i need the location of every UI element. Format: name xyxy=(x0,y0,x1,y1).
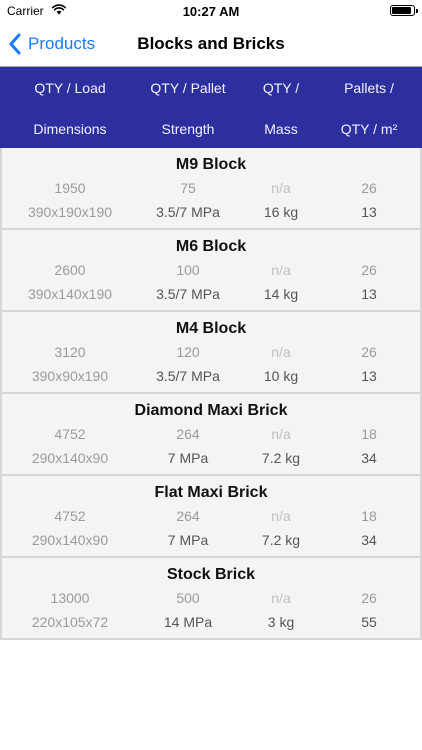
mass-value: 16 kg xyxy=(263,204,299,220)
mass-value: 10 kg xyxy=(263,368,299,384)
product-row[interactable]: Flat Maxi Brick 4752 264 n/a 18 290x140x… xyxy=(0,476,422,558)
strength-value: 7 MPa xyxy=(167,450,209,466)
strength-value: 3.5/7 MPa xyxy=(156,286,220,302)
product-row[interactable]: M4 Block 3120 120 n/a 26 390x90x190 3.5/… xyxy=(0,312,422,394)
product-name: Flat Maxi Brick xyxy=(154,484,268,501)
battery-icon xyxy=(390,5,418,16)
page-title: Blocks and Bricks xyxy=(137,34,285,53)
header-mass: Mass xyxy=(264,120,298,137)
qty-pallet-value: 120 xyxy=(176,344,200,360)
qty-pallet-value: 75 xyxy=(180,180,196,196)
pallets-value: 26 xyxy=(361,262,377,278)
qty-value: n/a xyxy=(271,426,291,442)
qty-m2-value: 34 xyxy=(361,532,377,548)
strength-value: 7 MPa xyxy=(167,532,209,548)
strength-value: 3.5/7 MPa xyxy=(156,368,220,384)
qty-value: n/a xyxy=(271,508,291,524)
header-strength: Strength xyxy=(161,120,215,137)
qty-m2-value: 13 xyxy=(361,368,377,384)
qty-value: n/a xyxy=(271,262,291,278)
header-pallets: Pallets / xyxy=(344,79,394,96)
product-name: Stock Brick xyxy=(166,566,256,583)
qty-m2-value: 13 xyxy=(361,204,377,220)
header-qty-pallet: QTY / Pallet xyxy=(150,79,226,96)
product-name: Diamond Maxi Brick xyxy=(134,402,288,419)
status-bar: Carrier 10:27 AM xyxy=(0,0,422,22)
qty-pallet-value: 500 xyxy=(176,590,200,606)
qty-value: n/a xyxy=(271,180,291,196)
mass-value: 3 kg xyxy=(267,614,295,630)
pallets-value: 26 xyxy=(361,180,377,196)
table-header: QTY / Load QTY / Pallet QTY / Pallets / … xyxy=(0,66,422,148)
header-qty: QTY / xyxy=(262,79,300,96)
mass-value: 14 kg xyxy=(263,286,299,302)
mass-value: 7.2 kg xyxy=(261,450,301,466)
product-list: M9 Block 1950 75 n/a 26 390x190x190 3.5/… xyxy=(0,148,422,640)
battery-fill xyxy=(392,7,411,14)
product-name: M4 Block xyxy=(175,320,247,337)
qty-pallet-value: 264 xyxy=(176,426,200,442)
pallets-value: 26 xyxy=(361,590,377,606)
product-row[interactable]: M6 Block 2600 100 n/a 26 390x140x190 3.5… xyxy=(0,230,422,312)
navigation-bar: Products Blocks and Bricks xyxy=(0,22,422,66)
strength-value: 14 MPa xyxy=(163,614,213,630)
header-qty-m2: QTY / m² xyxy=(340,120,398,137)
product-name: M9 Block xyxy=(175,156,247,173)
header-row-2: Dimensions Strength Mass QTY / m² xyxy=(0,108,422,149)
product-row[interactable]: Diamond Maxi Brick 4752 264 n/a 18 290x1… xyxy=(0,394,422,476)
qty-pallet-value: 100 xyxy=(176,262,200,278)
qty-value: n/a xyxy=(271,344,291,360)
qty-m2-value: 13 xyxy=(361,286,377,302)
strength-value: 3.5/7 MPa xyxy=(156,204,220,220)
pallets-value: 26 xyxy=(361,344,377,360)
qty-value: n/a xyxy=(271,590,291,606)
mass-value: 7.2 kg xyxy=(261,532,301,548)
pallets-value: 18 xyxy=(361,426,377,442)
product-row[interactable]: Stock Brick 13000 500 n/a 26 220x105x72 … xyxy=(0,558,422,640)
header-row-1: QTY / Load QTY / Pallet QTY / Pallets / xyxy=(0,67,422,108)
product-row[interactable]: M9 Block 1950 75 n/a 26 390x190x190 3.5/… xyxy=(0,148,422,230)
qty-pallet-value: 264 xyxy=(176,508,200,524)
pallets-value: 18 xyxy=(361,508,377,524)
qty-m2-value: 34 xyxy=(361,450,377,466)
status-time: 10:27 AM xyxy=(182,4,240,19)
list-left-border xyxy=(0,148,2,638)
qty-m2-value: 55 xyxy=(361,614,377,630)
product-name: M6 Block xyxy=(175,238,247,255)
